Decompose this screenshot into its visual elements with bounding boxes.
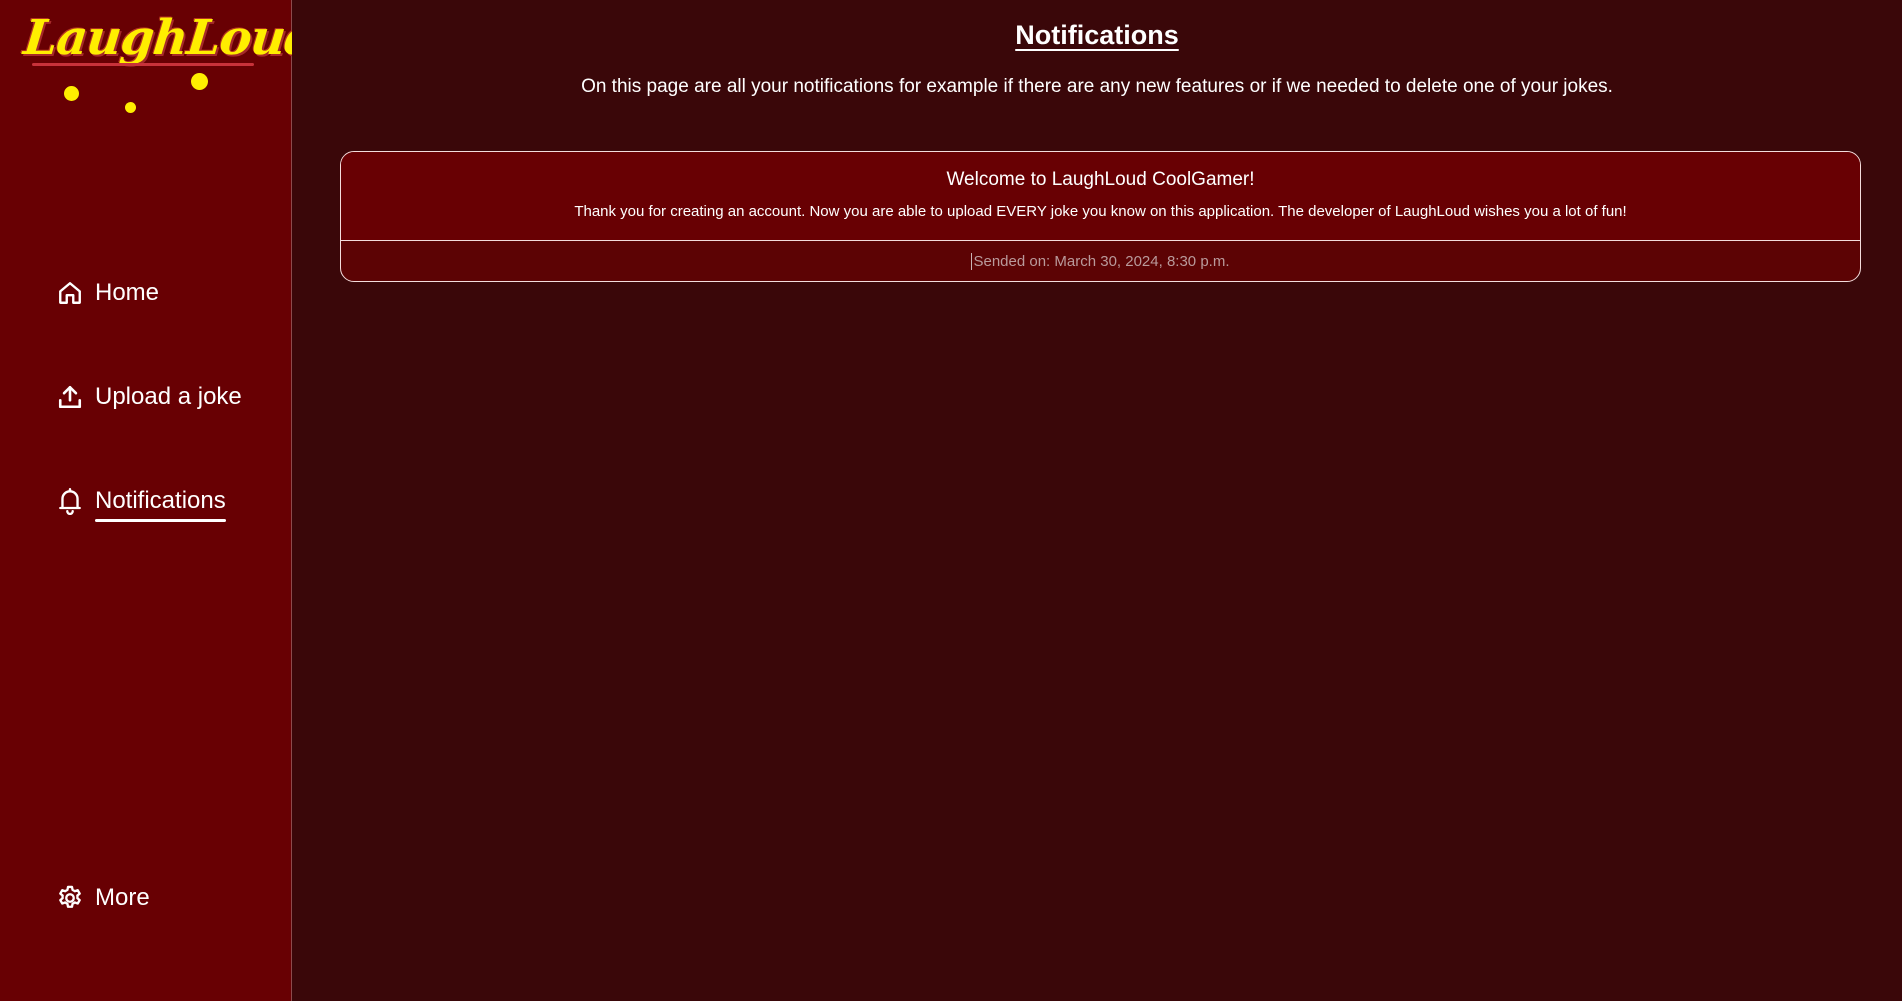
sidebar-item-label: More bbox=[95, 884, 150, 911]
logo-underline bbox=[32, 63, 254, 66]
logo-dot bbox=[64, 86, 79, 101]
sidebar-item-label: Upload a joke bbox=[95, 383, 242, 410]
logo-dot bbox=[191, 73, 208, 90]
sidebar-item-notifications[interactable]: Notifications bbox=[56, 481, 226, 522]
app-root: LaughLoud Home Upload a joke Notificatio… bbox=[0, 0, 1902, 1001]
notification-body: Thank you for creating an account. Now y… bbox=[574, 203, 1627, 220]
gear-icon bbox=[56, 884, 84, 912]
logo[interactable]: LaughLoud bbox=[21, 10, 320, 120]
sidebar: LaughLoud Home Upload a joke Notificatio… bbox=[0, 0, 320, 1001]
notification-header: Welcome to LaughLoud CoolGamer! Thank yo… bbox=[341, 152, 1860, 241]
home-icon bbox=[56, 279, 84, 307]
sidebar-item-label: Home bbox=[95, 279, 160, 306]
main-content: Notifications On this page are all your … bbox=[292, 0, 1902, 1001]
sidebar-item-more[interactable]: More bbox=[56, 878, 150, 918]
upload-icon bbox=[56, 383, 84, 411]
sidebar-item-home[interactable]: Home bbox=[56, 273, 159, 313]
page-title: Notifications bbox=[1015, 20, 1179, 50]
text-cursor bbox=[971, 252, 973, 270]
notification-title: Welcome to LaughLoud CoolGamer! bbox=[946, 169, 1255, 190]
sidebar-item-label: Notifications bbox=[95, 487, 226, 522]
logo-text: LaughLoud bbox=[21, 10, 321, 66]
notification-card: Welcome to LaughLoud CoolGamer! Thank yo… bbox=[340, 151, 1861, 282]
notification-sent-date: Sended on: March 30, 2024, 8:30 p.m. bbox=[973, 252, 1230, 270]
bell-icon bbox=[56, 487, 84, 515]
sidebar-item-upload-a-joke[interactable]: Upload a joke bbox=[56, 377, 242, 417]
logo-dot bbox=[125, 102, 136, 113]
notification-footer: Sended on: March 30, 2024, 8:30 p.m. bbox=[341, 241, 1860, 281]
page-description: On this page are all your notifications … bbox=[581, 76, 1613, 97]
